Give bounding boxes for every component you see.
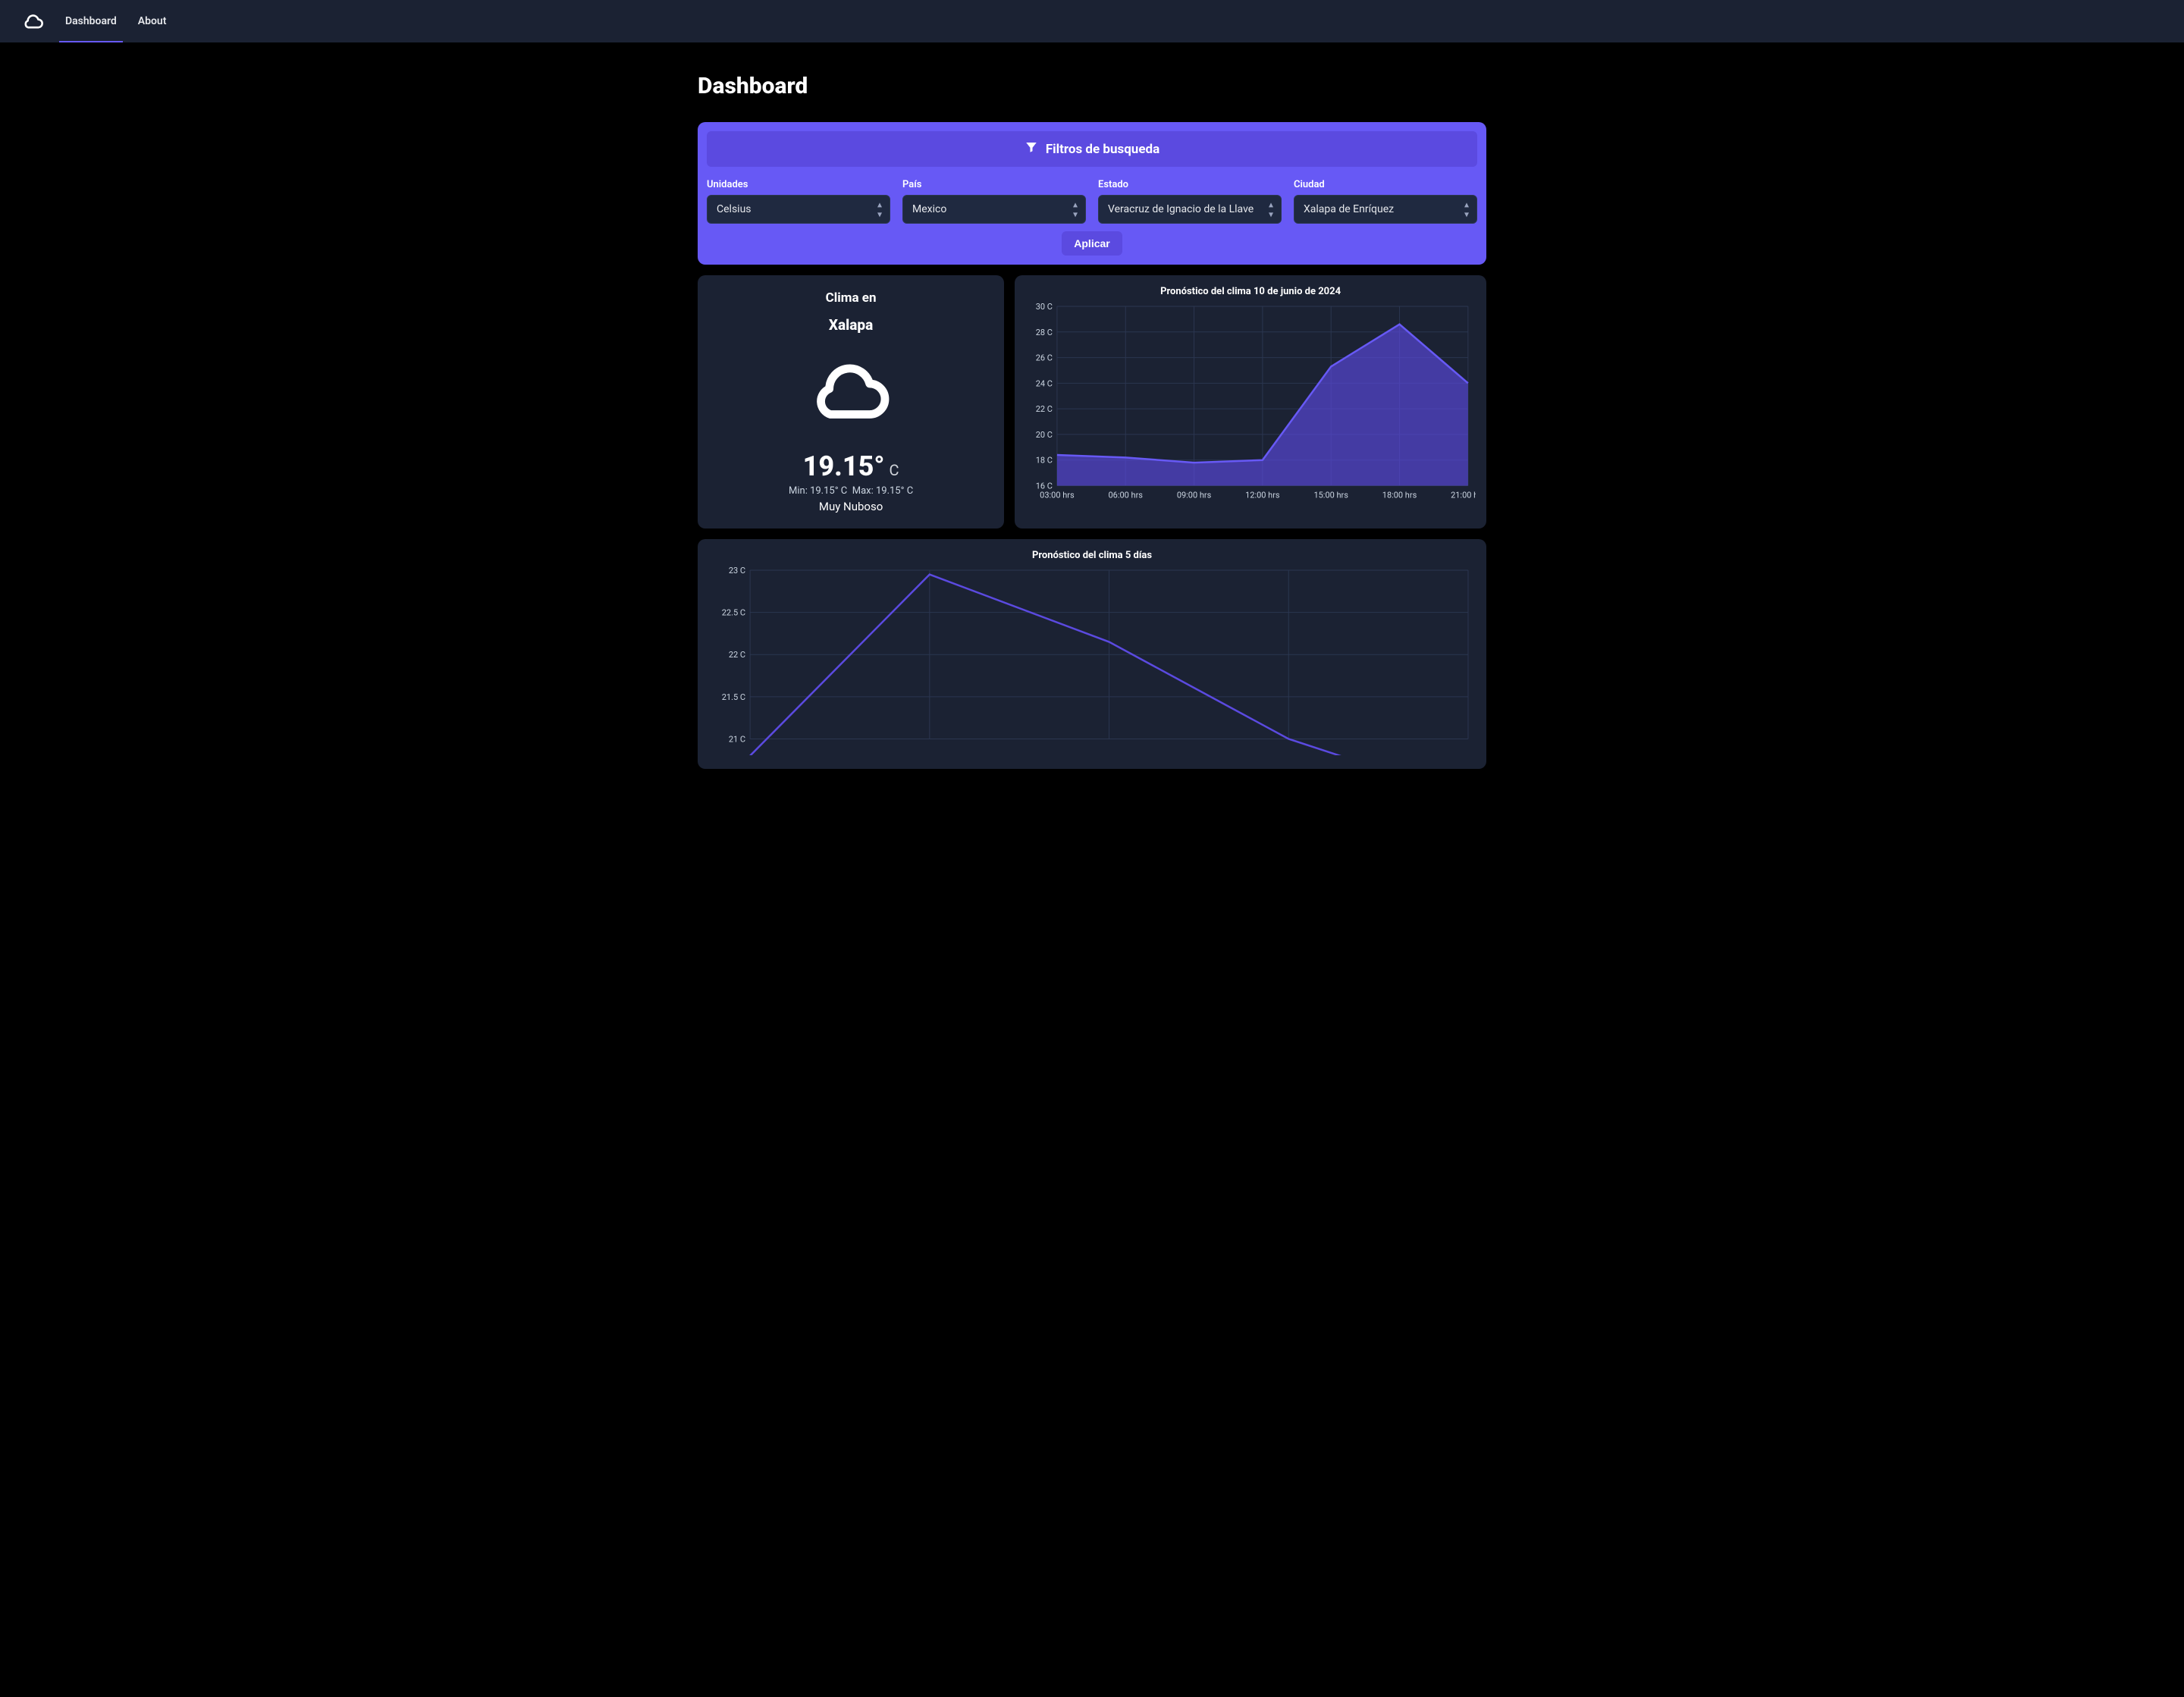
nav-dashboard[interactable]: Dashboard xyxy=(65,0,117,42)
filter-country-value: Mexico xyxy=(912,203,946,215)
filter-city: Ciudad Xalapa de Enríquez ▴▾ xyxy=(1294,179,1477,224)
filters-header-label: Filtros de busqueda xyxy=(1046,142,1159,157)
svg-text:22 C: 22 C xyxy=(729,650,745,660)
nav-about[interactable]: About xyxy=(138,0,167,42)
current-weather-header: Clima en xyxy=(713,290,989,306)
current-min: Min: 19.15° C xyxy=(789,485,847,497)
filter-units-select[interactable]: Celsius ▴▾ xyxy=(707,195,890,224)
forecast-5day-title: Pronóstico del clima 5 días xyxy=(708,550,1476,561)
forecast-today-title: Pronóstico del clima 10 de junio de 2024 xyxy=(1025,286,1476,297)
chevron-updown-icon: ▴▾ xyxy=(1464,200,1469,219)
svg-text:21 C: 21 C xyxy=(729,734,745,744)
nav-dashboard-label: Dashboard xyxy=(65,15,117,27)
svg-text:06:00 hrs: 06:00 hrs xyxy=(1109,490,1144,500)
svg-text:15:00 hrs: 15:00 hrs xyxy=(1314,490,1349,500)
forecast-5day-chart: 21 C 21.5 C 22 C 22.5 C 23 C xyxy=(708,566,1476,755)
filters-header: Filtros de busqueda xyxy=(707,131,1477,167)
current-weather-card: Clima en Xalapa 19.15° C Min: 19.15° C M… xyxy=(698,275,1004,529)
filter-units: Unidades Celsius ▴▾ xyxy=(707,179,890,224)
forecast-today-svg: 16 C18 C20 C22 C24 C26 C28 C30 C03:00 hr… xyxy=(1025,302,1476,502)
svg-text:18:00 hrs: 18:00 hrs xyxy=(1382,490,1417,500)
apply-button[interactable]: Aplicar xyxy=(1062,231,1122,256)
nav-about-label: About xyxy=(138,15,167,27)
forecast-today-card: Pronóstico del clima 10 de junio de 2024… xyxy=(1015,275,1486,529)
filter-state-value: Veracruz de Ignacio de la Llave xyxy=(1108,203,1254,215)
filter-units-label: Unidades xyxy=(707,179,890,190)
funnel-icon xyxy=(1025,140,1038,158)
filter-country-label: País xyxy=(902,179,1086,190)
cloud-icon xyxy=(713,356,989,428)
svg-text:12:00 hrs: 12:00 hrs xyxy=(1245,490,1280,500)
filter-country-select[interactable]: Mexico ▴▾ xyxy=(902,195,1086,224)
filter-country: País Mexico ▴▾ xyxy=(902,179,1086,224)
filters-card: Filtros de busqueda Unidades Celsius ▴▾ … xyxy=(698,122,1486,265)
forecast-5day-svg: 21 C 21.5 C 22 C 22.5 C 23 C xyxy=(708,566,1476,755)
svg-text:22.5 C: 22.5 C xyxy=(722,608,745,618)
filter-state-label: Estado xyxy=(1098,179,1282,190)
filter-state: Estado Veracruz de Ignacio de la Llave ▴… xyxy=(1098,179,1282,224)
filter-units-value: Celsius xyxy=(717,203,752,215)
filter-city-select[interactable]: Xalapa de Enríquez ▴▾ xyxy=(1294,195,1477,224)
current-max: Max: 19.15° C xyxy=(852,485,913,497)
page-title: Dashboard xyxy=(698,73,1486,99)
nav-links: Dashboard About xyxy=(65,0,166,42)
chevron-updown-icon: ▴▾ xyxy=(1073,200,1078,219)
apply-button-label: Aplicar xyxy=(1074,237,1109,249)
filter-state-select[interactable]: Veracruz de Ignacio de la Llave ▴▾ xyxy=(1098,195,1282,224)
svg-text:20 C: 20 C xyxy=(1036,430,1053,440)
svg-text:21.5 C: 21.5 C xyxy=(722,692,745,702)
svg-text:28 C: 28 C xyxy=(1036,328,1053,337)
app-logo-cloud-icon xyxy=(23,11,44,32)
svg-text:21:00 hrs: 21:00 hrs xyxy=(1451,490,1476,500)
filter-city-label: Ciudad xyxy=(1294,179,1477,190)
topbar: Dashboard About xyxy=(0,0,2184,42)
svg-text:30 C: 30 C xyxy=(1036,302,1053,312)
chevron-updown-icon: ▴▾ xyxy=(1269,200,1273,219)
svg-text:24 C: 24 C xyxy=(1036,378,1053,388)
current-condition: Muy Nuboso xyxy=(713,500,989,513)
current-weather-city: Xalapa xyxy=(713,316,989,334)
svg-text:09:00 hrs: 09:00 hrs xyxy=(1177,490,1212,500)
svg-text:22 C: 22 C xyxy=(1036,404,1053,414)
chevron-updown-icon: ▴▾ xyxy=(877,200,882,219)
svg-text:23 C: 23 C xyxy=(729,566,745,576)
current-temp: 19.15° xyxy=(803,450,885,482)
forecast-today-chart: 16 C18 C20 C22 C24 C26 C28 C30 C03:00 hr… xyxy=(1025,302,1476,502)
filter-city-value: Xalapa de Enríquez xyxy=(1304,203,1394,215)
svg-text:26 C: 26 C xyxy=(1036,353,1053,363)
current-temp-unit: C xyxy=(890,461,899,479)
svg-text:03:00 hrs: 03:00 hrs xyxy=(1040,490,1075,500)
forecast-5day-card: Pronóstico del clima 5 días 21 C 21.5 C 22… xyxy=(698,539,1486,769)
svg-text:18 C: 18 C xyxy=(1036,456,1053,466)
